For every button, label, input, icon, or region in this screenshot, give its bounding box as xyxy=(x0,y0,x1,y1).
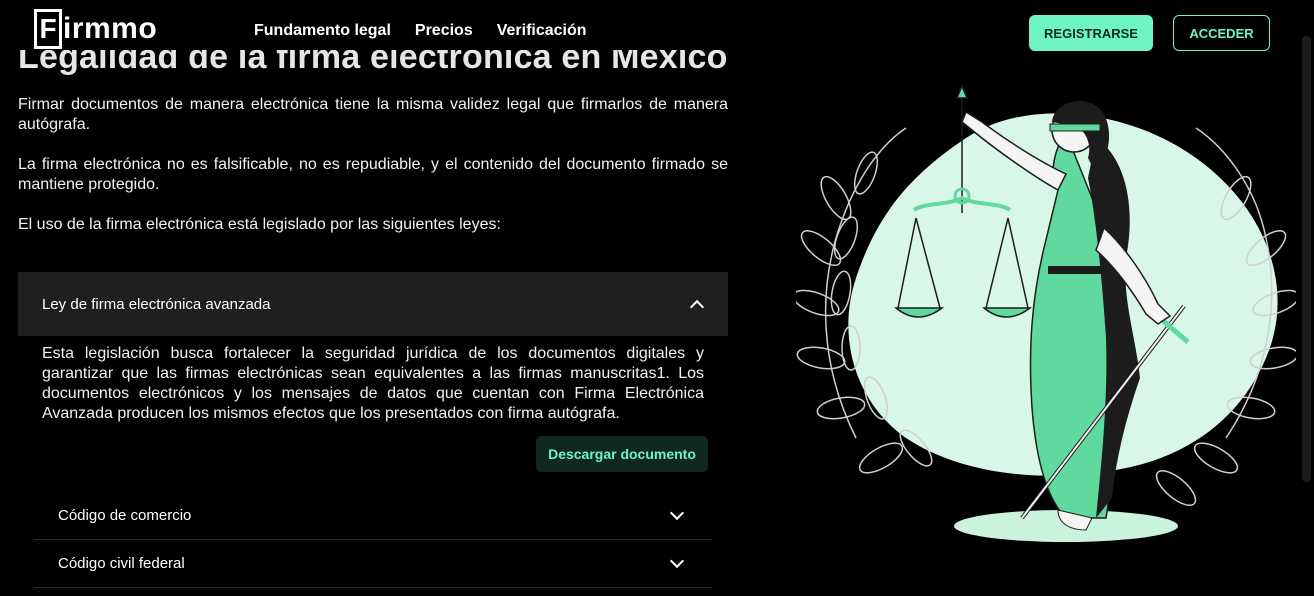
scrollbar-thumb[interactable] xyxy=(1302,36,1311,482)
lady-justice-illustration xyxy=(796,84,1296,542)
logo-text: irmmo xyxy=(63,12,158,45)
accordion-item-ley-firma-electronica: Ley de firma electrónica avanzada Esta l… xyxy=(18,272,728,472)
top-navbar: F irmmo Fundamento legal Precios Verific… xyxy=(0,0,1300,51)
accordion-item-codigo-civil[interactable]: Código civil federal xyxy=(34,540,712,588)
intro-paragraph: El uso de la firma electrónica está legi… xyxy=(18,216,501,233)
intro-paragraph: Firmar documentos de manera electrónica … xyxy=(18,96,728,133)
nav-link-verificacion[interactable]: Verificación xyxy=(497,22,587,40)
nav-link-fundamento-legal[interactable]: Fundamento legal xyxy=(254,22,391,40)
accordion-item-codigo-comercio[interactable]: Código de comercio xyxy=(34,492,712,540)
intro-paragraph: La firma electrónica no es falsificable,… xyxy=(18,156,728,193)
chevron-down-icon[interactable] xyxy=(669,505,685,520)
accordion-body: Esta legislación busca fortalecer la seg… xyxy=(18,336,728,424)
accordion-item-label: Código civil federal xyxy=(58,555,185,572)
register-button[interactable]: REGISTRARSE xyxy=(1029,15,1153,51)
login-button[interactable]: ACCEDER xyxy=(1173,15,1270,51)
firmmo-logo[interactable]: F irmmo xyxy=(34,9,157,49)
download-document-button[interactable]: Descargar documento xyxy=(536,436,708,472)
logo-box: F xyxy=(34,9,62,49)
accordion-item-label: Código de comercio xyxy=(58,507,192,524)
accordion-body-text: Esta legislación busca fortalecer la seg… xyxy=(42,345,704,422)
main-nav: Fundamento legal Precios Verificación xyxy=(254,22,587,40)
accordion-header-label: Ley de firma electrónica avanzada xyxy=(42,295,271,313)
chevron-down-icon[interactable] xyxy=(669,553,685,568)
accordion-header[interactable]: Ley de firma electrónica avanzada xyxy=(18,272,728,336)
logo-letter: F xyxy=(39,13,57,44)
nav-link-precios[interactable]: Precios xyxy=(415,22,473,40)
chevron-up-icon[interactable] xyxy=(689,299,705,315)
scrollbar-track[interactable] xyxy=(1300,0,1314,596)
intro-content: Firmar documentos de manera electrónica … xyxy=(18,95,728,255)
